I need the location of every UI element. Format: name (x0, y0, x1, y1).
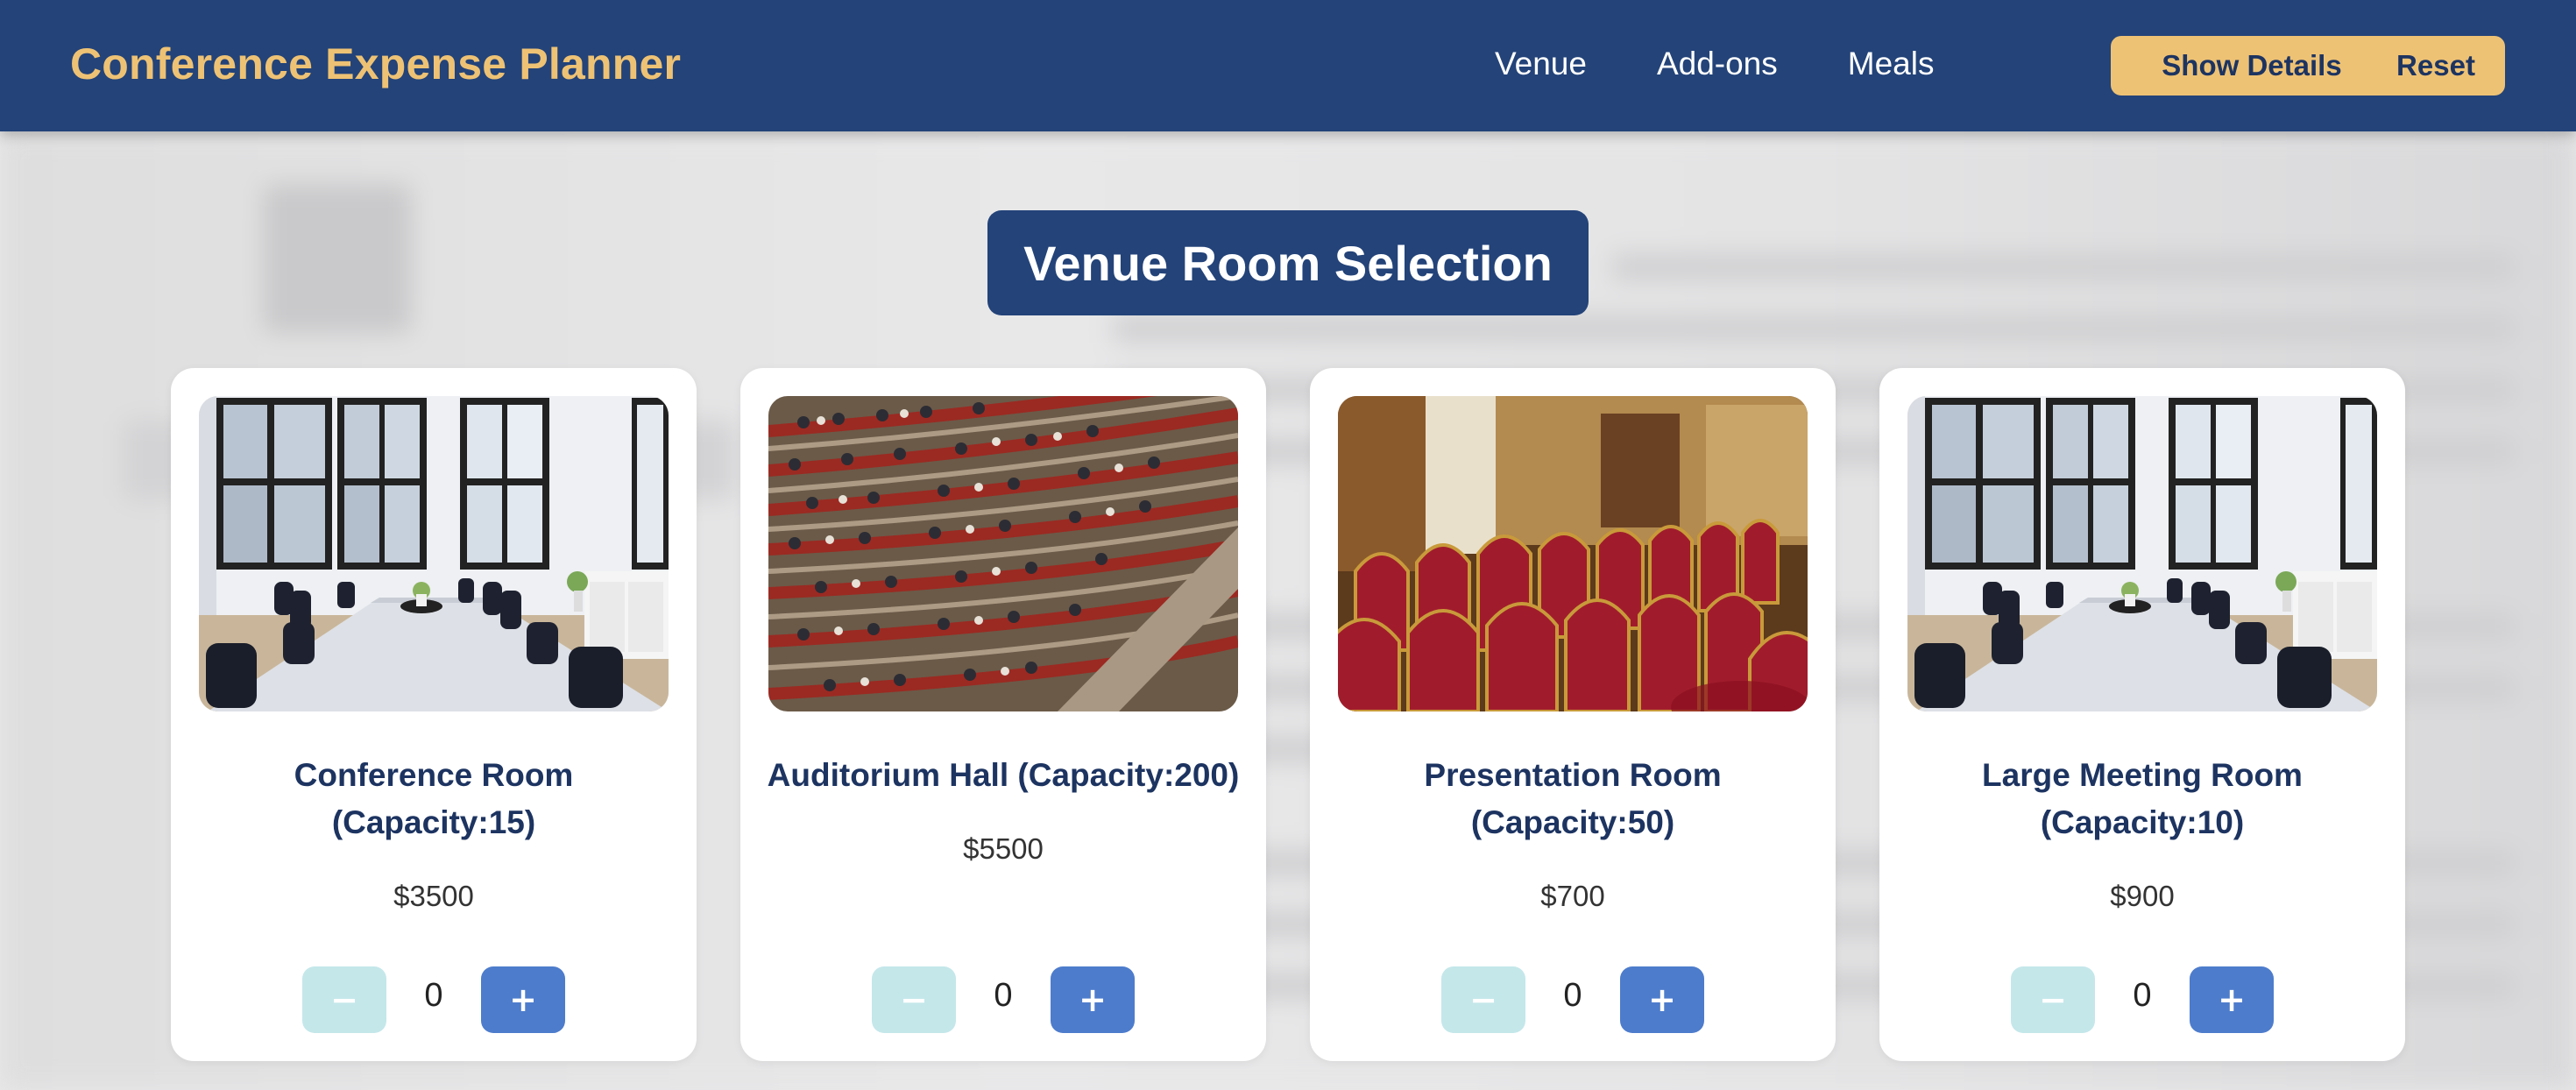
room-card-conference: Conference Room (Capacity:15) $3500 − 0 … (171, 368, 697, 1061)
reset-button[interactable]: Reset (2367, 36, 2505, 96)
conference-room-photo (199, 396, 669, 711)
nav-link-add-ons[interactable]: Add-ons (1657, 46, 1778, 82)
room-name: Presentation Room (Capacity:50) (1424, 757, 1722, 840)
increase-button[interactable]: + (1051, 966, 1135, 1033)
quantity-value: 0 (1563, 977, 1582, 1014)
auditorium-photo (768, 396, 1238, 711)
quantity-stepper: − 0 + (171, 966, 697, 1033)
room-price: $5500 (963, 832, 1044, 865)
room-name: Conference Room (Capacity:15) (294, 757, 574, 840)
decrease-button[interactable]: − (302, 966, 386, 1033)
show-details-button[interactable]: Show Details (2111, 36, 2393, 96)
room-price: $3500 (393, 880, 474, 912)
room-name: Auditorium Hall (Capacity:200) (767, 757, 1240, 793)
decrease-button[interactable]: − (872, 966, 956, 1033)
quantity-value: 0 (424, 977, 443, 1014)
app-title[interactable]: Conference Expense Planner (70, 39, 681, 89)
section-title: Venue Room Selection (987, 210, 1589, 315)
quantity-stepper: − 0 + (1879, 966, 2405, 1033)
nav-links: Venue Add-ons Meals (1495, 46, 1934, 82)
increase-button[interactable]: + (2190, 966, 2274, 1033)
room-card-presentation: Presentation Room (Capacity:50) $700 − 0… (1310, 368, 1836, 1061)
blurred-logo (263, 184, 412, 333)
quantity-stepper: − 0 + (1310, 966, 1836, 1033)
increase-button[interactable]: + (481, 966, 565, 1033)
quantity-value: 0 (2133, 977, 2152, 1014)
conference-room-photo (1907, 396, 2377, 711)
quantity-value: 0 (994, 977, 1013, 1014)
room-price: $700 (1540, 880, 1605, 912)
room-card-large-meeting: Large Meeting Room (Capacity:10) $900 − … (1879, 368, 2405, 1061)
quantity-stepper: − 0 + (740, 966, 1266, 1033)
room-name: Large Meeting Room (Capacity:10) (1982, 757, 2303, 840)
nav-link-venue[interactable]: Venue (1495, 46, 1587, 82)
room-card-auditorium: Auditorium Hall (Capacity:200) $5500 − 0… (740, 368, 1266, 1061)
top-navbar: Conference Expense Planner Venue Add-ons… (0, 0, 2576, 131)
increase-button[interactable]: + (1620, 966, 1704, 1033)
decrease-button[interactable]: − (1441, 966, 1525, 1033)
room-price: $900 (2110, 880, 2175, 912)
nav-link-meals[interactable]: Meals (1848, 46, 1935, 82)
presentation-room-photo (1338, 396, 1808, 711)
decrease-button[interactable]: − (2011, 966, 2095, 1033)
